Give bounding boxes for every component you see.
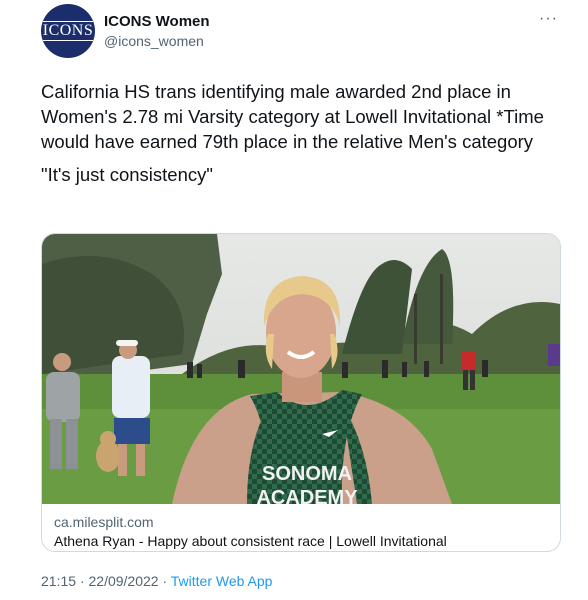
display-name[interactable]: ICONS Women [104, 13, 210, 30]
card-domain: ca.milesplit.com [54, 514, 154, 530]
user-handle[interactable]: @icons_women [104, 33, 204, 49]
tweet-date[interactable]: 22/09/2022 [89, 573, 159, 589]
tweet-body: California HS trans identifying male awa… [41, 79, 561, 187]
tweet-text: California HS trans identifying male awa… [41, 81, 544, 152]
avatar-logo-text: ICONS [42, 21, 94, 41]
more-options-icon[interactable]: ··· [539, 10, 558, 28]
jersey-text-line2: ACADEMY [256, 487, 358, 504]
avatar[interactable]: ICONS [41, 4, 95, 58]
tweet-quote: "It's just consistency" [41, 164, 213, 185]
meta-separator: · [162, 573, 168, 589]
card-image: SONOMA ACADEMY [42, 234, 560, 504]
card-title: Athena Ryan - Happy about consistent rac… [54, 533, 447, 549]
tweet-time[interactable]: 21:15 [41, 573, 76, 589]
meta-separator: · [79, 573, 85, 589]
tweet-metadata: 21:15 · 22/09/2022 · Twitter Web App [41, 573, 272, 589]
link-card[interactable]: SONOMA ACADEMY ca.milesplit.com Athena R… [41, 233, 561, 552]
jersey-text-line1: SONOMA [262, 463, 352, 485]
tweet-source-link[interactable]: Twitter Web App [171, 573, 273, 589]
